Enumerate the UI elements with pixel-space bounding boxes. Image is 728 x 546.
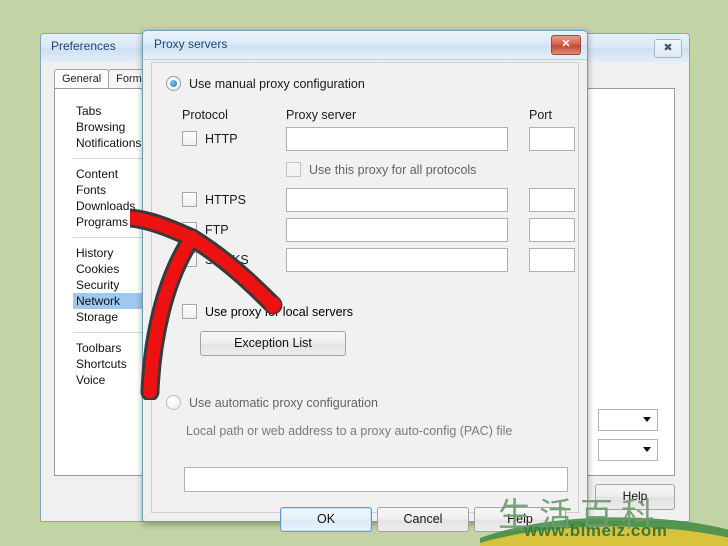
automatic-proxy-radio[interactable]: Use automatic proxy configuration xyxy=(166,395,378,410)
automatic-proxy-radio-label: Use automatic proxy configuration xyxy=(189,395,378,410)
ok-button[interactable]: OK xyxy=(280,507,372,532)
port-input-http[interactable] xyxy=(529,127,575,151)
port-input-https[interactable] xyxy=(529,188,575,212)
dialog-body: Use manual proxy configuration Protocol … xyxy=(151,62,579,532)
proxy-server-input-socks[interactable] xyxy=(286,248,508,272)
manual-proxy-radio-label: Use manual proxy configuration xyxy=(189,76,365,91)
proxy-server-input-https[interactable] xyxy=(286,188,508,212)
help-button[interactable]: Help xyxy=(474,507,566,532)
checkbox-local-servers[interactable] xyxy=(182,304,197,319)
protocol-label-https: HTTPS xyxy=(205,192,246,207)
port-input-socks[interactable] xyxy=(529,248,575,272)
checkbox-https[interactable] xyxy=(182,192,197,207)
auto-config-hint: Local path or web address to a proxy aut… xyxy=(186,424,513,438)
local-servers-checkbox-row[interactable]: Use proxy for local servers xyxy=(182,304,353,319)
column-header-proxy-server: Proxy server xyxy=(286,108,357,122)
checkbox-all-protocols[interactable] xyxy=(286,162,301,177)
protocol-row-http[interactable]: HTTP xyxy=(182,131,238,146)
checkbox-ftp[interactable] xyxy=(182,222,197,237)
proxy-servers-dialog: Proxy servers ✕ Use manual proxy configu… xyxy=(142,30,588,532)
port-input-ftp[interactable] xyxy=(529,218,575,242)
tab-general[interactable]: General xyxy=(54,69,110,89)
dialog-close-icon[interactable]: ✕ xyxy=(551,35,581,55)
preferences-close-icon[interactable]: ✖ xyxy=(654,39,682,58)
local-servers-label: Use proxy for local servers xyxy=(205,304,353,319)
column-header-protocol: Protocol xyxy=(182,108,228,122)
all-protocols-label: Use this proxy for all protocols xyxy=(309,162,477,177)
preferences-dropdown-1[interactable] xyxy=(598,409,658,431)
protocol-row-socks[interactable]: SOCKS xyxy=(182,252,249,267)
preferences-dropdown-2[interactable] xyxy=(598,439,658,461)
proxy-server-input-ftp[interactable] xyxy=(286,218,508,242)
protocol-label-ftp: FTP xyxy=(205,222,229,237)
protocol-row-ftp[interactable]: FTP xyxy=(182,222,229,237)
radio-icon xyxy=(166,76,181,91)
dialog-titlebar[interactable]: Proxy servers ✕ xyxy=(143,31,587,60)
chevron-down-icon xyxy=(643,447,651,452)
all-protocols-checkbox-row[interactable]: Use this proxy for all protocols xyxy=(286,162,476,177)
radio-icon xyxy=(166,395,181,410)
protocol-label-http: HTTP xyxy=(205,131,238,146)
cancel-button[interactable]: Cancel xyxy=(377,507,469,532)
exception-list-button[interactable]: Exception List xyxy=(200,331,346,356)
protocol-row-https[interactable]: HTTPS xyxy=(182,192,246,207)
proxy-server-input-http[interactable] xyxy=(286,127,508,151)
manual-proxy-radio[interactable]: Use manual proxy configuration xyxy=(166,76,365,91)
column-header-port: Port xyxy=(529,108,552,122)
dialog-title: Proxy servers xyxy=(154,37,228,51)
preferences-tabs: General Forms xyxy=(54,69,156,89)
auto-config-input[interactable] xyxy=(184,467,568,492)
preferences-title: Preferences xyxy=(51,39,116,53)
chevron-down-icon xyxy=(643,417,651,422)
protocol-label-socks: SOCKS xyxy=(205,252,249,267)
checkbox-http[interactable] xyxy=(182,131,197,146)
checkbox-socks[interactable] xyxy=(182,252,197,267)
preferences-help-button[interactable]: Help xyxy=(595,484,675,510)
